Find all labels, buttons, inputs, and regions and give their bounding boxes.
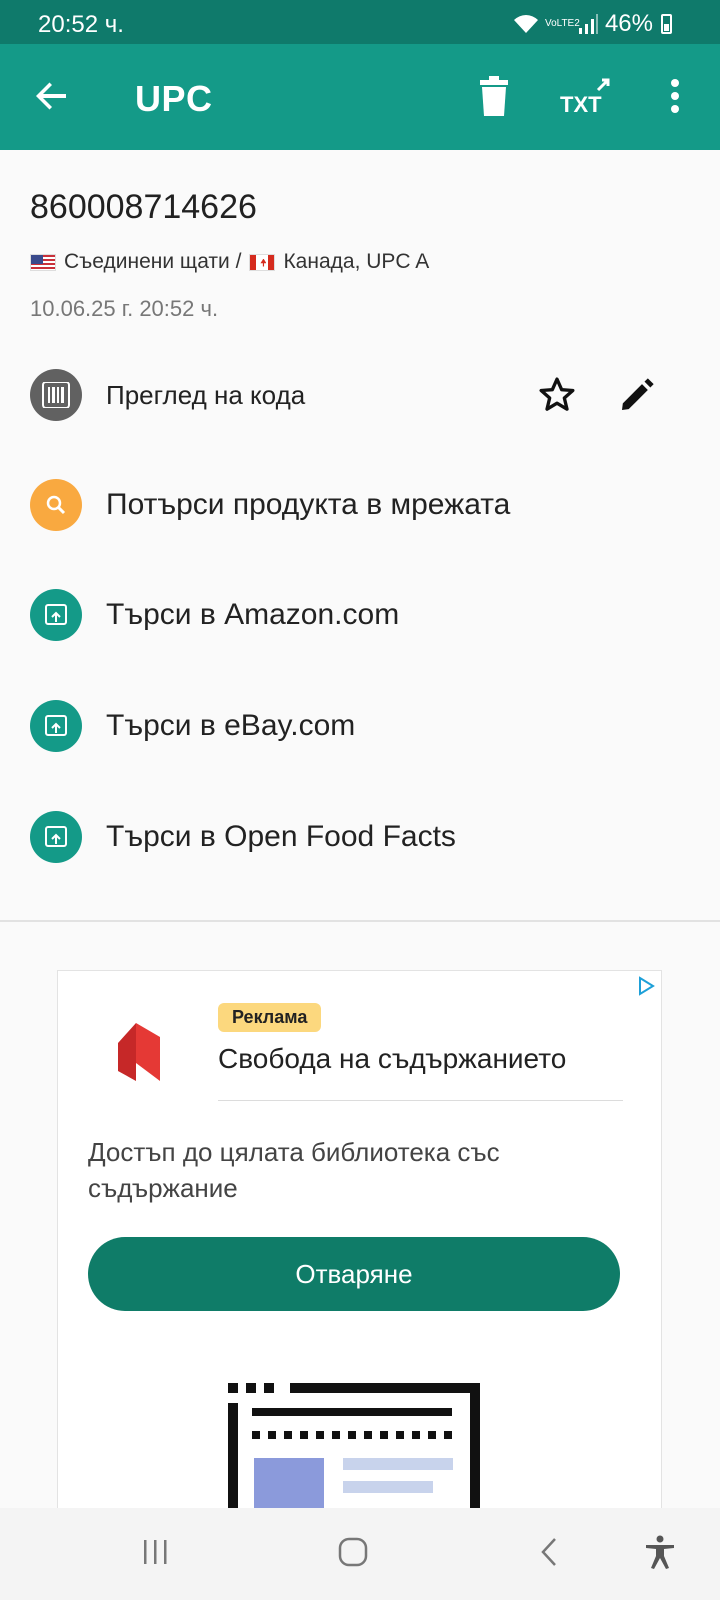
page-title: UPC xyxy=(135,78,213,119)
ad-open-button[interactable]: Отваряне xyxy=(88,1237,620,1311)
advertiser-logo xyxy=(118,1023,160,1081)
action-label: Потърси продукта в мрежата xyxy=(106,488,511,521)
battery-icon xyxy=(661,14,672,34)
status-bar: 20:52 ч. VoLTE2 46% xyxy=(0,0,720,44)
signal-icon xyxy=(578,14,598,34)
ad-headline[interactable]: Свобода на съдържанието xyxy=(218,1043,566,1075)
star-icon[interactable] xyxy=(537,375,577,415)
action-label: Търси в eBay.com xyxy=(106,709,356,742)
action-label: Преглед на кода xyxy=(106,379,306,410)
status-time: 20:52 ч. xyxy=(38,11,124,38)
app-bar: UPC TXT xyxy=(0,44,720,150)
edit-pencil-icon[interactable] xyxy=(617,375,657,415)
back-arrow-icon[interactable] xyxy=(30,74,74,118)
open-in-browser-icon xyxy=(30,589,82,641)
open-in-browser-icon xyxy=(30,700,82,752)
back-nav-icon[interactable] xyxy=(530,1532,570,1572)
more-vert-icon[interactable] xyxy=(660,74,690,118)
svg-text:TXT: TXT xyxy=(560,92,602,117)
ad-card[interactable]: Реклама Свобода на съдържанието Достъп д… xyxy=(57,970,662,1530)
recent-apps-icon[interactable] xyxy=(136,1532,176,1572)
accessibility-icon[interactable] xyxy=(640,1532,680,1572)
txt-export-icon[interactable]: TXT xyxy=(560,78,620,118)
scan-datetime: 10.06.25 г. 20:52 ч. xyxy=(30,296,219,321)
home-icon[interactable] xyxy=(333,1532,373,1572)
barcode-value: 860008714626 xyxy=(30,188,257,226)
barcode-icon xyxy=(30,369,82,421)
action-ebay[interactable]: Търси в eBay.com xyxy=(0,686,720,766)
divider xyxy=(0,920,720,922)
country-part2: Канада, UPC A xyxy=(283,250,430,273)
action-search-web[interactable]: Потърси продукта в мрежата xyxy=(0,465,720,545)
action-label: Търси в Open Food Facts xyxy=(106,820,456,853)
battery-percent: 46% xyxy=(604,10,653,37)
wifi-icon xyxy=(513,15,538,33)
trash-icon[interactable] xyxy=(476,74,512,118)
country-part1: Съединени щати / xyxy=(64,250,242,273)
network-label: VoLTE2 xyxy=(544,18,580,29)
ad-choices-icon[interactable] xyxy=(635,975,657,997)
system-nav-bar xyxy=(0,1508,720,1600)
ad-separator xyxy=(218,1100,623,1101)
ad-badge: Реклама xyxy=(218,1003,322,1032)
open-in-browser-icon xyxy=(30,811,82,863)
us-flag-icon xyxy=(30,253,56,271)
canada-flag-icon xyxy=(249,253,276,271)
ad-body: Достъп до цялата библиотека със съдържан… xyxy=(88,1137,500,1203)
action-label: Търси в Amazon.com xyxy=(106,598,400,631)
action-view-code[interactable]: Преглед на кода xyxy=(0,355,720,435)
action-open-food-facts[interactable]: Търси в Open Food Facts xyxy=(0,797,720,877)
action-amazon[interactable]: Търси в Amazon.com xyxy=(0,575,720,655)
status-icons: VoLTE2 46% xyxy=(513,10,672,38)
barcode-country: Съединени щати / Канада, UPC A xyxy=(30,250,429,274)
search-icon xyxy=(30,479,82,531)
